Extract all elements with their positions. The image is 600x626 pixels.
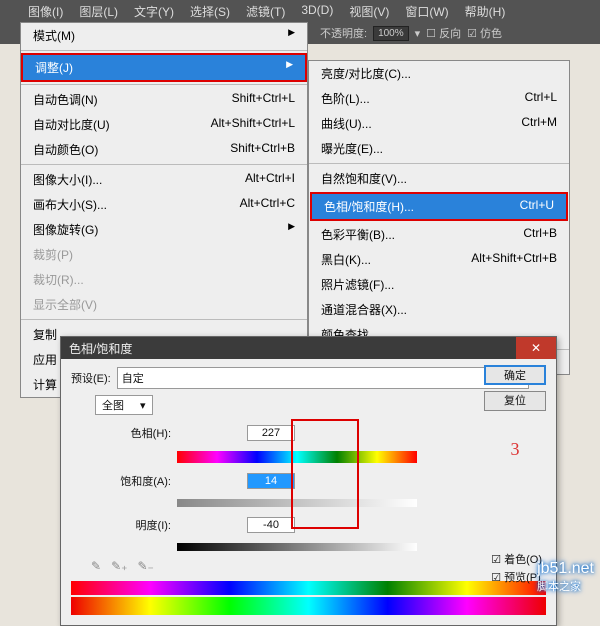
menubar-item[interactable]: 3D(D) (293, 0, 341, 22)
values-highlight (291, 419, 359, 529)
menu-item[interactable]: 自动对比度(U)Alt+Shift+Ctrl+L (21, 112, 307, 137)
menubar-item[interactable]: 窗口(W) (397, 0, 456, 22)
step-badge: 3 (511, 439, 520, 460)
watermark: jb51.net 脚本之家 (537, 560, 594, 594)
channel-select[interactable]: 全图▾ (95, 395, 153, 415)
saturation-input[interactable]: 14 (247, 473, 295, 489)
eyedropper-icon[interactable]: ✎ (91, 559, 101, 573)
submenu-item[interactable]: 亮度/对比度(C)... (309, 61, 569, 86)
submenu-item[interactable]: 照片滤镜(F)... (309, 272, 569, 297)
preview-checkbox[interactable]: ☑ 预览(P) (491, 569, 542, 585)
preset-label: 预设(E): (71, 370, 111, 386)
menubar-item[interactable]: 滤镜(T) (238, 0, 293, 22)
hue-label: 色相(H): (71, 425, 171, 441)
menubar-item[interactable]: 图层(L) (71, 0, 126, 22)
submenu-item[interactable]: 色彩平衡(B)...Ctrl+B (309, 222, 569, 247)
menu-item[interactable]: 画布大小(S)...Alt+Ctrl+C (21, 192, 307, 217)
menubar-item[interactable]: 选择(S) (182, 0, 238, 22)
dialog-titlebar[interactable]: 色相/饱和度 ✕ (61, 337, 556, 359)
gradient-before (71, 581, 546, 595)
menu-item[interactable]: 图像旋转(G) (21, 217, 307, 242)
menubar-item[interactable]: 帮助(H) (457, 0, 514, 22)
submenu-item[interactable]: 黑白(K)...Alt+Shift+Ctrl+B (309, 247, 569, 272)
reverse-checkbox[interactable]: ☐ 反向 (426, 25, 461, 41)
preset-select[interactable]: 自定▾ (117, 367, 529, 389)
menu-item[interactable]: 自动颜色(O)Shift+Ctrl+B (21, 137, 307, 162)
submenu-item[interactable]: 曲线(U)...Ctrl+M (309, 111, 569, 136)
saturation-label: 饱和度(A): (71, 473, 171, 489)
eyedropper-minus-icon[interactable]: ✎₋ (137, 559, 153, 573)
adjustments-submenu: 亮度/对比度(C)...色阶(L)...Ctrl+L曲线(U)...Ctrl+M… (308, 60, 570, 375)
menu-item[interactable]: 调整(J) (23, 55, 305, 80)
close-icon[interactable]: ✕ (516, 337, 556, 359)
hue-saturation-dialog: 色相/饱和度 ✕ 预设(E): 自定▾ 玩 确定 复位 3 全图▾ 色相(H):… (60, 336, 557, 626)
dialog-title: 色相/饱和度 (69, 340, 132, 357)
menu-item: 裁切(R)... (21, 267, 307, 292)
opacity-field[interactable]: 100% (373, 26, 409, 41)
submenu-item[interactable]: 通道混合器(X)... (309, 297, 569, 322)
submenu-item[interactable]: 色阶(L)...Ctrl+L (309, 86, 569, 111)
menubar-item[interactable]: 图像(I) (20, 0, 71, 22)
colorize-checkbox[interactable]: ☑ 着色(O) (491, 551, 542, 567)
chevron-down-icon: ▾ (140, 399, 146, 412)
menu-item[interactable]: 自动色调(N)Shift+Ctrl+L (21, 87, 307, 112)
menubar: 图像(I)图层(L)文字(Y)选择(S)滤镜(T)3D(D)视图(V)窗口(W)… (0, 0, 600, 22)
cancel-button[interactable]: 复位 (484, 391, 546, 411)
submenu-item[interactable]: 自然饱和度(V)... (309, 166, 569, 191)
submenu-item[interactable]: 色相/饱和度(H)...Ctrl+U (312, 194, 566, 219)
lightness-slider[interactable] (177, 543, 417, 551)
menu-item: 显示全部(V) (21, 292, 307, 317)
opacity-label: 不透明度: (320, 25, 367, 41)
ok-button[interactable]: 确定 (484, 365, 546, 385)
menu-item[interactable]: 模式(M) (21, 23, 307, 48)
lightness-label: 明度(I): (71, 517, 171, 533)
menu-item[interactable]: 图像大小(I)...Alt+Ctrl+I (21, 167, 307, 192)
submenu-item[interactable]: 曝光度(E)... (309, 136, 569, 161)
menu-item: 裁剪(P) (21, 242, 307, 267)
menubar-item[interactable]: 视图(V) (341, 0, 397, 22)
menubar-item[interactable]: 文字(Y) (126, 0, 182, 22)
chevron-down-icon[interactable]: ▾ (415, 27, 421, 40)
hue-input[interactable]: 227 (247, 425, 295, 441)
lightness-input[interactable]: -40 (247, 517, 295, 533)
dither-checkbox[interactable]: ☑ 仿色 (467, 25, 502, 41)
eyedropper-plus-icon[interactable]: ✎₊ (111, 559, 127, 573)
